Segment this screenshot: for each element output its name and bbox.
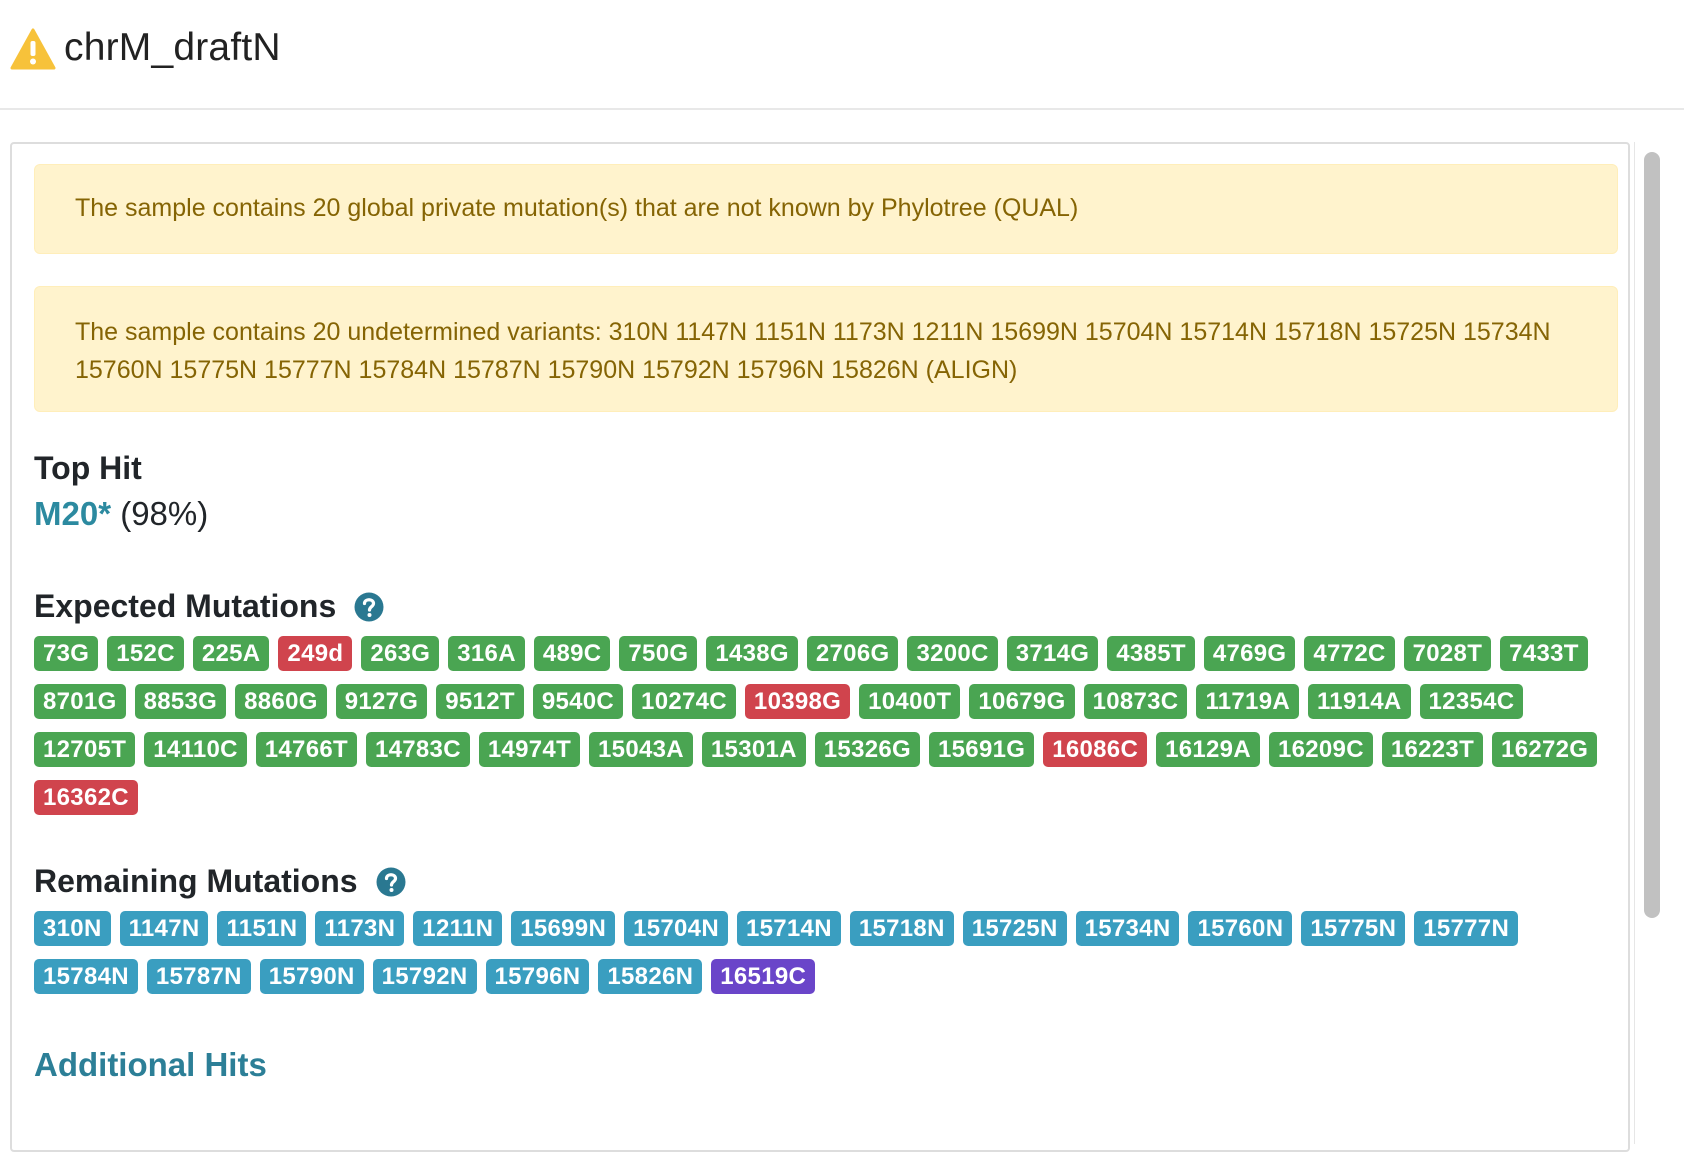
mutation-badge-undetermined[interactable]: 15725N (962, 911, 1067, 946)
expected-mutations-list: 73G 152C 225A 249d 263G 316A 489C 750G 1438G 2706… (34, 636, 1624, 815)
mutation-badge-found[interactable]: 10873C (1083, 684, 1188, 719)
mutation-badge-found[interactable]: 8853G (134, 684, 227, 719)
mutation-badge-found[interactable]: 7028T (1403, 636, 1492, 671)
mutation-badge-found[interactable]: 8860G (235, 684, 327, 719)
mutation-badge-missing[interactable]: 16086C (1043, 732, 1148, 767)
page-title: chrM_draftN (64, 26, 281, 69)
haplogroup-quality: (98%) (120, 495, 209, 532)
mutation-badge-undetermined[interactable]: 15714N (736, 911, 841, 946)
mutation-badge-hotspot[interactable]: 16519C (711, 959, 816, 994)
question-circle-icon[interactable] (354, 592, 384, 622)
mutation-badge-found[interactable]: 14766T (255, 732, 357, 767)
expected-mutations-heading: Expected Mutations (34, 586, 1618, 626)
remaining-mutations-title: Remaining Mutations (34, 863, 358, 899)
mutation-badge-found[interactable]: 11719A (1196, 684, 1299, 719)
haplogroup-link[interactable]: M20* (34, 495, 111, 532)
top-hit-heading: Top Hit (34, 450, 142, 486)
mutation-badge-undetermined[interactable]: 15777N (1414, 911, 1519, 946)
alert-undetermined-variants: The sample contains 20 undetermined vari… (34, 286, 1618, 412)
mutation-badge-found[interactable]: 15326G (814, 732, 920, 767)
mutation-badge-undetermined[interactable]: 1151N (217, 911, 307, 946)
mutation-badge-found[interactable]: 73G (34, 636, 99, 671)
mutation-badge-undetermined[interactable]: 15704N (624, 911, 728, 946)
mutation-badge-found[interactable]: 316A (448, 636, 525, 671)
mutation-badge-missing[interactable]: 10398G (744, 684, 851, 719)
mutation-badge-found[interactable]: 9127G (335, 684, 428, 719)
mutation-badge-found[interactable]: 14783C (365, 732, 470, 767)
mutation-badge-found[interactable]: 4772C (1304, 636, 1395, 671)
mutation-badge-found[interactable]: 15691G (929, 732, 1035, 767)
mutation-badge-found[interactable]: 10274C (632, 684, 736, 719)
mutation-badge-undetermined[interactable]: 15784N (34, 959, 138, 994)
mutation-badge-undetermined[interactable]: 310N (34, 911, 111, 946)
mutation-badge-missing[interactable]: 16362C (34, 780, 138, 815)
scrollbar-thumb[interactable] (1644, 152, 1660, 918)
results-panel: The sample contains 20 global private mu… (10, 142, 1630, 1152)
mutation-badge-undetermined[interactable]: 1147N (119, 911, 209, 946)
mutation-badge-found[interactable]: 10400T (859, 684, 961, 719)
mutation-badge-missing[interactable]: 249d (278, 636, 353, 671)
mutation-badge-undetermined[interactable]: 1211N (413, 911, 503, 946)
question-circle-icon[interactable] (376, 867, 406, 897)
mutation-badge-found[interactable]: 9540C (532, 684, 624, 719)
mutation-badge-undetermined[interactable]: 15796N (485, 959, 590, 994)
mutation-badge-undetermined[interactable]: 15760N (1188, 911, 1293, 946)
mutation-badge-found[interactable]: 750G (619, 636, 698, 671)
remaining-mutations-heading: Remaining Mutations (34, 861, 1618, 901)
mutation-badge-undetermined[interactable]: 15792N (372, 959, 477, 994)
mutation-badge-found[interactable]: 9512T (436, 684, 524, 719)
mutation-badge-found[interactable]: 12705T (34, 732, 136, 767)
mutation-badge-found[interactable]: 2706G (806, 636, 899, 671)
mutation-badge-found[interactable]: 10679G (969, 684, 1075, 719)
mutation-badge-found[interactable]: 489C (533, 636, 611, 671)
top-hit-line: M20* (98%) (34, 492, 1618, 536)
mutation-badge-undetermined[interactable]: 15775N (1301, 911, 1406, 946)
mutation-badge-found[interactable]: 16223T (1381, 732, 1484, 767)
mutation-badge-found[interactable]: 12354C (1419, 684, 1524, 719)
mutation-badge-undetermined[interactable]: 15699N (511, 911, 616, 946)
mutation-badge-found[interactable]: 263G (361, 636, 440, 671)
warning-icon (10, 28, 56, 70)
mutation-badge-found[interactable]: 8701G (34, 684, 126, 719)
mutation-badge-found[interactable]: 3200C (907, 636, 998, 671)
mutation-badge-found[interactable]: 3714G (1006, 636, 1099, 671)
mutation-badge-found[interactable]: 4769G (1203, 636, 1296, 671)
remaining-mutations-list: 310N 1147N 1151N 1173N 1211N 15699N 15704N 1571… (34, 911, 1624, 994)
vertical-scrollbar[interactable] (1634, 142, 1665, 1144)
expected-mutations-title: Expected Mutations (34, 588, 337, 624)
mutation-badge-found[interactable]: 16129A (1156, 732, 1260, 767)
mutation-badge-found[interactable]: 15043A (589, 732, 693, 767)
mutation-badge-undetermined[interactable]: 15790N (259, 959, 364, 994)
mutation-badge-found[interactable]: 15301A (701, 732, 806, 767)
mutation-badge-undetermined[interactable]: 1173N (315, 911, 405, 946)
mutation-badge-found[interactable]: 16209C (1268, 732, 1373, 767)
mutation-badge-found[interactable]: 4385T (1107, 636, 1195, 671)
mutation-badge-found[interactable]: 225A (192, 636, 270, 671)
mutation-badge-found[interactable]: 14110C (144, 732, 247, 767)
mutation-badge-undetermined[interactable]: 15787N (146, 959, 251, 994)
mutation-badge-found[interactable]: 7433T (1500, 636, 1588, 671)
mutation-badge-undetermined[interactable]: 15718N (849, 911, 954, 946)
additional-hits-link[interactable]: Additional Hits (34, 1044, 1618, 1086)
results-content: The sample contains 20 global private mu… (34, 164, 1618, 1086)
mutation-badge-found[interactable]: 16272G (1492, 732, 1598, 767)
mutation-badge-found[interactable]: 1438G (706, 636, 798, 671)
mutation-badge-undetermined[interactable]: 15826N (598, 959, 703, 994)
mutation-badge-found[interactable]: 11914A (1307, 684, 1411, 719)
mutation-badge-undetermined[interactable]: 15734N (1075, 911, 1180, 946)
alert-private-mutations: The sample contains 20 global private mu… (34, 164, 1618, 254)
page-header: chrM_draftN (0, 0, 1684, 110)
mutation-badge-found[interactable]: 152C (107, 636, 184, 671)
mutation-badge-found[interactable]: 14974T (478, 732, 581, 767)
